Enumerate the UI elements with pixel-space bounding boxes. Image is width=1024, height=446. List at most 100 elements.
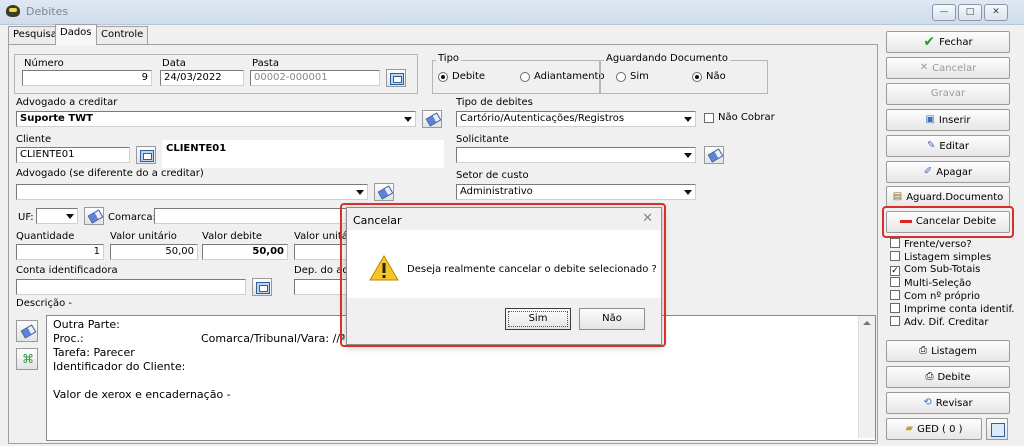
cliente-lookup-button[interactable] [136, 146, 156, 164]
grid-icon [140, 150, 154, 162]
option-checkbox[interactable] [890, 316, 900, 326]
aguard-documento-button[interactable]: ▤ Aguard.Documento [886, 186, 1010, 208]
revisar-label: Revisar [935, 398, 973, 409]
revisar-button[interactable]: ⟲ Revisar [886, 392, 1010, 414]
pasta-input[interactable]: 00002-000001 [250, 70, 380, 86]
option-checkbox[interactable] [890, 290, 900, 300]
tab-controle[interactable]: Controle [96, 26, 149, 44]
insert-icon: ▣ [925, 114, 935, 125]
tipo-adiantamento-radio[interactable] [520, 72, 530, 82]
option-com-n-proprio[interactable]: Com nº próprio [890, 290, 980, 302]
option-checkbox[interactable]: ✓ [890, 266, 900, 276]
tipo-debite-label: Debite [452, 71, 486, 82]
apagar-button[interactable]: ✐ Apagar [886, 161, 1010, 183]
valor-unitario-input[interactable]: 50,00 [110, 244, 198, 260]
option-imprime-conta[interactable]: Imprime conta identif. [890, 303, 1014, 315]
option-label: Frente/verso? [904, 239, 972, 250]
grid-icon [390, 73, 404, 85]
editar-button[interactable]: ✎ Editar [886, 135, 1010, 157]
cliente-code-input[interactable]: CLIENTE01 [16, 147, 130, 163]
valor-debite-input[interactable]: 50,00 [202, 244, 288, 260]
aguardando-sim-radio[interactable] [616, 72, 626, 82]
advogado-select[interactable]: Suporte TWT [16, 111, 416, 127]
solicitante-select[interactable] [456, 147, 696, 163]
option-listagem-simples[interactable]: Listagem simples [890, 251, 991, 263]
data-input[interactable]: 24/03/2022 [160, 70, 244, 86]
option-label: Imprime conta identif. [904, 304, 1015, 315]
numero-label: Número [24, 58, 64, 69]
chevron-down-icon [401, 112, 415, 126]
advogado-clear-button[interactable] [422, 110, 442, 128]
setor-select[interactable]: Administrativo [456, 184, 696, 200]
option-frente-verso[interactable]: Frente/verso? [890, 238, 972, 250]
aguardando-sim-label: Sim [630, 71, 649, 82]
eraser-icon [20, 324, 37, 339]
pasta-lookup-button[interactable] [386, 69, 406, 87]
tipo-debites-select[interactable]: Cartório/Autenticações/Registros [456, 111, 696, 127]
advogado2-clear-button[interactable] [374, 183, 394, 201]
uf-select[interactable] [36, 208, 78, 224]
tab-pesquisa[interactable]: Pesquisa [8, 26, 62, 44]
quantidade-input[interactable]: 1 [16, 244, 104, 260]
scroll-up-icon [863, 321, 871, 325]
scanner-icon [991, 423, 1005, 437]
option-label: Com nº próprio [904, 291, 980, 302]
ged-label: GED ( 0 ) [917, 424, 963, 435]
uf-clear-button[interactable] [84, 207, 104, 225]
memo-scrollbar[interactable] [858, 316, 875, 438]
tipo-adiantamento-label: Adiantamento [534, 71, 605, 82]
conta-input[interactable] [16, 279, 246, 295]
cliente-name: CLIENTE01 [166, 143, 227, 154]
eraser-icon [425, 112, 442, 127]
debite-print-button[interactable]: ⎙ Debite [886, 366, 1010, 388]
checkmark-icon: ✔ [923, 34, 936, 50]
maximize-button[interactable]: □ [958, 4, 982, 21]
apagar-label: Apagar [936, 167, 973, 178]
advogado2-select[interactable] [16, 184, 368, 200]
debite-label: Debite [937, 372, 971, 383]
memo-line: Valor de xerox e encadernação - [53, 388, 231, 401]
eraser-icon [377, 185, 394, 200]
listagem-button[interactable]: ⎙ Listagem [886, 340, 1010, 362]
close-window-button[interactable]: ✕ [984, 4, 1008, 21]
eraser-icon [707, 148, 724, 163]
setor-label: Setor de custo [456, 170, 529, 181]
option-checkbox[interactable] [890, 251, 900, 261]
solicitante-clear-button[interactable] [704, 146, 724, 164]
memo-expand-button[interactable]: ⌘ [16, 348, 38, 370]
tipo-debite-radio[interactable] [438, 72, 448, 82]
valor-debite-label: Valor debite [202, 231, 263, 242]
document-wait-icon: ▤ [892, 191, 903, 202]
option-multi-selecao[interactable]: Multi-Seleção [890, 277, 971, 289]
tipo-label: Tipo [436, 53, 462, 64]
option-checkbox[interactable] [890, 277, 900, 287]
ged-scan-button[interactable] [986, 418, 1008, 440]
delete-icon: ✐ [923, 166, 933, 177]
option-checkbox[interactable] [890, 238, 900, 248]
cancelar-button[interactable]: ✕ Cancelar [886, 57, 1010, 79]
option-com-sub-totais[interactable]: ✓ Com Sub-Totais [890, 264, 980, 276]
memo-clear-button[interactable] [16, 320, 38, 342]
memo-line: Identificador do Cliente: [53, 360, 186, 373]
option-label: Listagem simples [904, 252, 992, 263]
fechar-button[interactable]: ✔ Fechar [886, 31, 1010, 53]
conta-lookup-button[interactable] [252, 278, 272, 296]
gravar-button[interactable]: Gravar [886, 83, 1010, 105]
minimize-button[interactable]: — [932, 4, 956, 21]
inserir-button[interactable]: ▣ Inserir [886, 109, 1010, 131]
expand-icon: ⌘ [22, 352, 34, 366]
ged-button[interactable]: ▰ GED ( 0 ) [886, 418, 982, 440]
option-checkbox[interactable] [890, 303, 900, 313]
aguardando-nao-radio[interactable] [692, 72, 702, 82]
numero-input[interactable]: 9 [22, 70, 152, 86]
nao-cobrar-label: Não Cobrar [718, 112, 775, 123]
app-icon [6, 5, 20, 17]
cliente-label: Cliente [16, 134, 52, 145]
nao-cobrar-checkbox[interactable] [704, 113, 714, 123]
fechar-label: Fechar [939, 37, 973, 48]
comarca-input[interactable] [154, 208, 348, 224]
option-adv-dif-creditar[interactable]: Adv. Dif. Creditar [890, 316, 988, 328]
advogado-label: Advogado a creditar [16, 97, 118, 108]
aguardando-nao-label: Não [706, 71, 726, 82]
tab-dados[interactable]: Dados [55, 24, 97, 45]
